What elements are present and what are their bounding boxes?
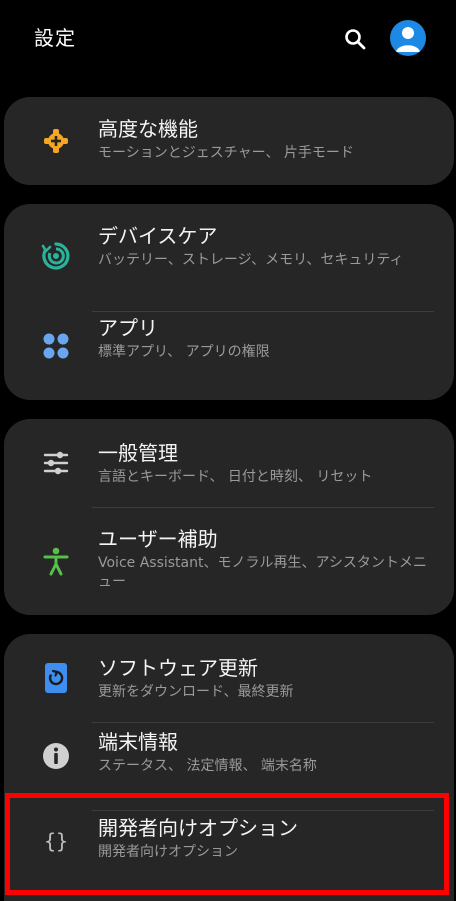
card-advanced: 高度な機能 モーションとジェスチャー、 片手モード — [4, 97, 454, 185]
sliders-icon — [38, 445, 74, 481]
apps-grid-icon — [38, 328, 74, 364]
item-subtitle: モーションとジェスチャー、 片手モード — [98, 145, 354, 161]
item-title: 開発者向けオプション — [98, 816, 298, 840]
item-subtitle: 更新をダウンロード、最終更新 — [98, 684, 294, 700]
device-care-icon — [38, 238, 74, 274]
settings-screen: 設定 高度な機能 モーションとジェスチャー、 片手モード デバイスケア バッテリ… — [0, 0, 456, 901]
item-subtitle: Voice Assistant、モノラル再生、アシスタントメニュー — [98, 555, 427, 590]
settings-item-device-care[interactable]: デバイスケア バッテリー、ストレージ、メモリ、セキュリティ — [4, 204, 454, 312]
item-title: デバイスケア — [98, 224, 218, 248]
search-button[interactable] — [340, 24, 370, 54]
page-title: 設定 — [34, 26, 76, 50]
item-subtitle: バッテリー、ストレージ、メモリ、セキュリティ — [98, 252, 404, 268]
settings-item-advanced-features[interactable]: 高度な機能 モーションとジェスチャー、 片手モード — [4, 97, 454, 185]
account-avatar-button[interactable] — [390, 20, 426, 56]
item-subtitle: 言語とキーボード、 日付と時刻、 リセット — [98, 469, 373, 485]
card-general: 一般管理 言語とキーボード、 日付と時刻、 リセット ユーザー補助 Voice … — [4, 419, 454, 615]
info-icon — [38, 738, 74, 774]
item-title: ユーザー補助 — [98, 527, 218, 551]
software-update-icon — [38, 660, 74, 696]
settings-item-about-phone[interactable]: 端末情報 ステータス、 法定情報、 端末名称 — [4, 722, 454, 810]
settings-item-general-management[interactable]: 一般管理 言語とキーボード、 日付と時刻、 リセット — [4, 419, 454, 507]
puzzle-gear-icon — [38, 123, 74, 159]
settings-item-apps[interactable]: アプリ 標準アプリ、 アプリの権限 — [4, 312, 454, 400]
item-title: ソフトウェア更新 — [98, 656, 258, 680]
settings-item-accessibility[interactable]: ユーザー補助 Voice Assistant、モノラル再生、アシスタントメニュー — [4, 507, 454, 615]
accessibility-icon — [38, 543, 74, 579]
item-title: アプリ — [98, 316, 158, 340]
card-device: デバイスケア バッテリー、ストレージ、メモリ、セキュリティ アプリ 標準アプリ、 — [4, 204, 454, 400]
item-subtitle: 開発者向けオプション — [98, 844, 238, 860]
card-system: ソフトウェア更新 更新をダウンロード、最終更新 端末情報 ステータス、 法定情報… — [4, 634, 454, 901]
item-title: 一般管理 — [98, 441, 178, 465]
app-header: 設定 — [0, 0, 456, 80]
account-avatar-icon — [396, 27, 420, 52]
search-icon — [345, 29, 366, 50]
item-title: 高度な機能 — [98, 117, 198, 141]
item-subtitle: ステータス、 法定情報、 端末名称 — [98, 758, 317, 774]
item-subtitle: 標準アプリ、 アプリの権限 — [98, 344, 270, 360]
settings-item-software-update[interactable]: ソフトウェア更新 更新をダウンロード、最終更新 — [4, 634, 454, 722]
item-title: 端末情報 — [98, 730, 178, 754]
svg-text:{}: {} — [44, 829, 68, 853]
braces-icon: {} — [38, 824, 74, 860]
settings-item-developer-options[interactable]: {} 開発者向けオプション 開発者向けオプション — [4, 810, 454, 901]
